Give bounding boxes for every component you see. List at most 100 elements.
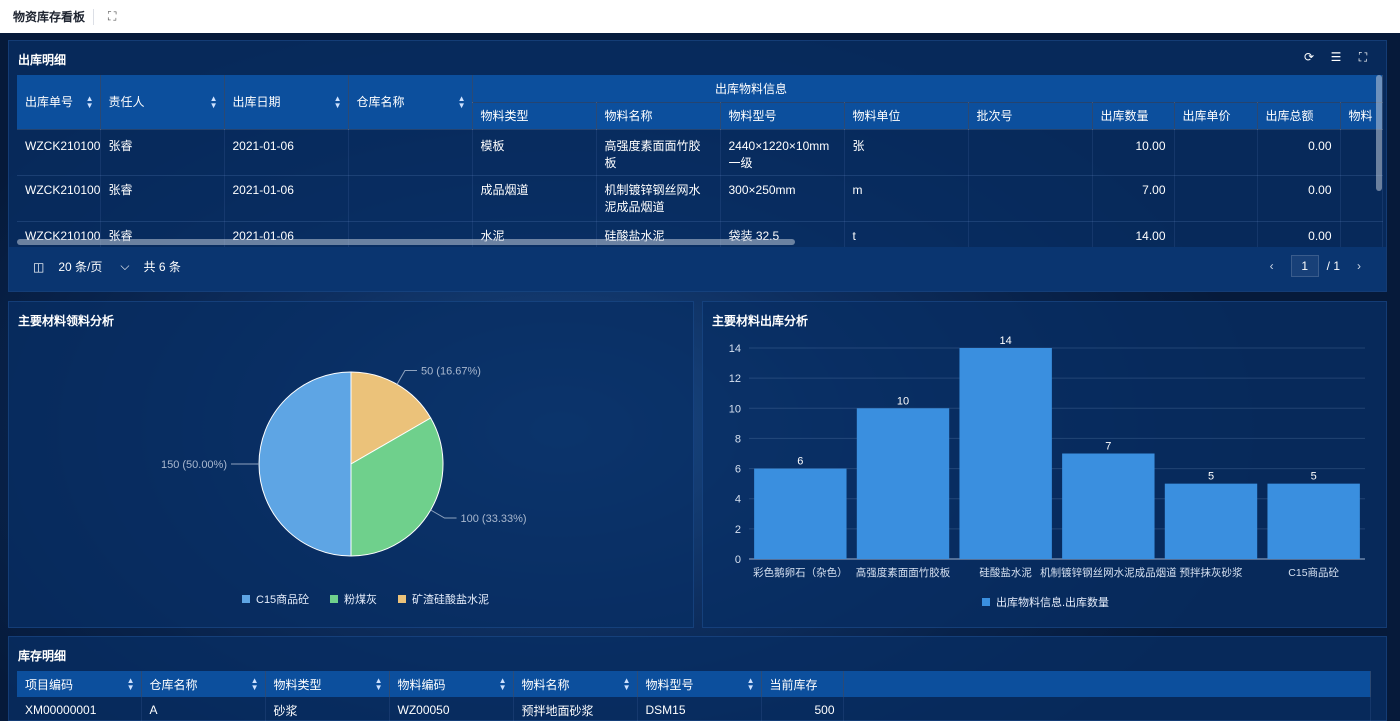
total-count: 共 6 条 — [143, 260, 181, 274]
x-tick-label: 高强度素面面竹胶板 — [856, 566, 951, 579]
col-header-material-type[interactable]: 物料类型 — [472, 102, 597, 130]
page-count: / 1 — [1326, 259, 1340, 273]
bar-2 — [959, 348, 1052, 559]
page-title: 物资库存看板 — [13, 10, 86, 24]
cell-batch — [968, 175, 1093, 222]
y-tick-label: 10 — [729, 403, 741, 415]
col-header-filler — [843, 671, 1371, 697]
cell-date: 2021-01-06 — [224, 129, 349, 176]
col-header-owner[interactable]: 责任人 ▲ ▼ — [100, 75, 225, 130]
bar-0 — [754, 468, 847, 559]
cell-current-stock: 500 — [761, 697, 844, 721]
col-header-material-name[interactable]: 物料名称 ▲ ▼ — [513, 671, 638, 697]
cell-batch — [968, 129, 1093, 176]
cell-price — [1174, 129, 1258, 176]
col-header-total[interactable]: 出库总额 — [1257, 102, 1341, 130]
outbound-title: 出库明细 — [18, 53, 67, 67]
table-row[interactable]: XM00000001 A 砂浆 WZ00050 预拌地面砂浆 DSM15 500 — [17, 697, 1371, 721]
cell-filler — [843, 697, 1371, 721]
cell-warehouse — [348, 129, 473, 176]
bar-value-label: 6 — [797, 456, 803, 468]
legend-swatch — [982, 598, 990, 606]
cell-material-type: 成品烟道 — [472, 175, 597, 222]
x-tick-label: 硅酸盐水泥 — [979, 566, 1032, 579]
pie-data-label: 50 (16.67%) — [421, 365, 481, 377]
page-number-input[interactable]: 1 — [1290, 255, 1319, 277]
inventory-title: 库存明细 — [18, 649, 67, 663]
legend-label: 粉煤灰 — [344, 592, 377, 606]
x-tick-label: C15商品砼 — [1288, 566, 1339, 579]
column-settings-icon[interactable]: ☰ — [1329, 50, 1343, 65]
bar-value-label: 5 — [1208, 471, 1214, 483]
x-tick-label: 预拌抹灰砂浆 — [1180, 566, 1243, 579]
y-tick-label: 0 — [735, 554, 741, 566]
y-tick-label: 2 — [735, 524, 741, 536]
col-header-material-model[interactable]: 物料型号 ▲ ▼ — [637, 671, 762, 697]
col-header-current-stock[interactable]: 当前库存 — [761, 671, 844, 697]
group-header-material-info: 出库物料信息 — [472, 75, 1383, 103]
cell-total: 0.00 — [1257, 129, 1341, 176]
y-tick-label: 6 — [735, 464, 741, 476]
bar-value-label: 14 — [1000, 335, 1012, 347]
pie-leader-line — [396, 369, 417, 385]
next-page-icon[interactable]: › — [1348, 259, 1370, 273]
cell-qty: 10.00 — [1092, 129, 1175, 176]
pie-data-label: 150 (50.00%) — [161, 459, 227, 471]
cell-project-code: XM00000001 — [17, 697, 142, 721]
bar-value-label: 10 — [897, 395, 909, 407]
cell-outbound-no: WZCK2101006 — [17, 129, 101, 176]
legend-swatch — [398, 595, 406, 603]
col-header-project-code[interactable]: 项目编码 ▲ ▼ — [17, 671, 142, 697]
col-header-material-type[interactable]: 物料类型 ▲ ▼ — [265, 671, 390, 697]
legend-label: 矿渣硅酸盐水泥 — [412, 592, 489, 606]
col-header-date[interactable]: 出库日期 ▲ ▼ — [224, 75, 349, 130]
col-header-qty[interactable]: 出库数量 — [1092, 102, 1175, 130]
pager-right: ‹ 1 / 1 › — [1261, 255, 1370, 277]
x-tick-label: 机制镀锌钢丝网水泥成品烟道 — [1040, 566, 1177, 579]
page-size-select[interactable]: 20 条/页 — [58, 258, 102, 275]
cell-price — [1174, 175, 1258, 222]
col-header-material-name[interactable]: 物料名称 — [596, 102, 721, 130]
col-header-material-code[interactable]: 物料编码 ▲ ▼ — [389, 671, 514, 697]
outbound-panel: 出库明细 ⟳ ☰ ⛶ 出库单号 ▲ ▼ 责任人 ▲ ▼ 出库日期 ▲ ▼ 仓库名称 ▲ ▼ 出库… — [8, 40, 1387, 292]
cell-material-model: 300×250mm — [720, 175, 845, 222]
legend-label: 出库物料信息.出库数量 — [996, 595, 1109, 609]
prev-page-icon[interactable]: ‹ — [1261, 259, 1283, 273]
col-header-batch[interactable]: 批次号 — [968, 102, 1093, 130]
col-header-material-unit[interactable]: 物料单位 — [844, 102, 969, 130]
cell-material-name: 机制镀锌钢丝网水泥成品烟道 — [596, 175, 721, 222]
cell-qty: 7.00 — [1092, 175, 1175, 222]
chevron-down-icon[interactable]: ⌵ — [120, 259, 129, 274]
fullscreen-icon[interactable]: ⛶ — [1356, 50, 1370, 65]
pie-leader-line — [430, 509, 457, 519]
col-header-warehouse[interactable]: 仓库名称 ▲ ▼ — [348, 75, 473, 130]
col-header-material-model[interactable]: 物料型号 — [720, 102, 845, 130]
expand-icon[interactable]: ⛶ — [108, 9, 116, 24]
col-header-price[interactable]: 出库单价 — [1174, 102, 1258, 130]
bar-value-label: 7 — [1105, 441, 1111, 453]
bar-value-label: 5 — [1311, 471, 1317, 483]
legend-label: C15商品砼 — [256, 592, 309, 606]
vertical-scrollbar[interactable] — [1376, 75, 1382, 191]
table-row[interactable]: WZCK2101005 张睿 2021-01-06 成品烟道 机制镀锌钢丝网水泥… — [17, 175, 1383, 222]
table-row[interactable]: WZCK2101006 张睿 2021-01-06 模板 高强度素面面竹胶板 2… — [17, 129, 1383, 176]
y-tick-label: 12 — [729, 373, 741, 385]
cell-outbound-no: WZCK2101005 — [17, 175, 101, 222]
cell-material-model: 2440×1220×10mm 一级 — [720, 129, 845, 176]
cell-material-type: 模板 — [472, 129, 597, 176]
cell-material-type: 砂浆 — [265, 697, 390, 721]
cell-material-name: 预拌地面砂浆 — [513, 697, 638, 721]
pie-panel: 主要材料领料分析 50 (16.67%) 100 (33.33%) 150 (50.… — [8, 301, 694, 628]
page-size-icon[interactable]: ◫ — [33, 260, 44, 274]
cell-warehouse: A — [141, 697, 266, 721]
outbound-tools: ⟳ ☰ ⛶ — [1302, 50, 1370, 65]
legend-swatch — [242, 595, 250, 603]
col-header-warehouse[interactable]: 仓库名称 ▲ ▼ — [141, 671, 266, 697]
cell-material-unit: 张 — [844, 129, 969, 176]
divider — [93, 8, 95, 25]
cell-material-name: 高强度素面面竹胶板 — [596, 129, 721, 176]
horizontal-scrollbar[interactable] — [17, 239, 795, 245]
col-header-outbound-no[interactable]: 出库单号 ▲ ▼ — [17, 75, 101, 130]
refresh-icon[interactable]: ⟳ — [1302, 50, 1316, 65]
x-tick-label: 彩色鹅卵石（杂色） — [753, 566, 848, 579]
